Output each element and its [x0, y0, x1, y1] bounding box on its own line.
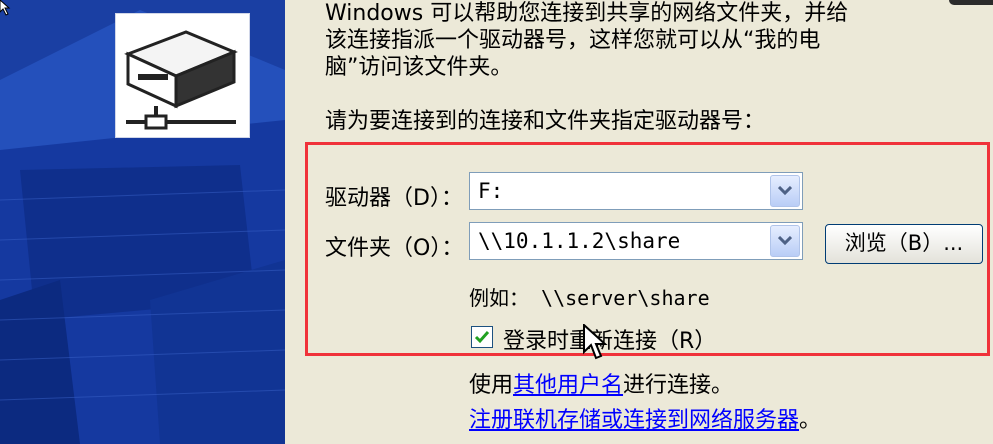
window-corner	[949, 0, 993, 5]
folder-combobox[interactable]: \\10.1.1.2\share	[469, 222, 803, 260]
reconnect-label[interactable]: 登录时重新连接（R）	[503, 323, 716, 355]
intro-line-2: 该连接指派一个驱动器号，这样您就可以从“我的电	[325, 28, 821, 53]
wizard-side-panel	[0, 0, 285, 444]
intro-line-1: Windows 可以帮助您连接到共享的网络文件夹，并给	[325, 1, 849, 26]
intro-text: Windows 可以帮助您连接到共享的网络文件夹，并给 该连接指派一个驱动器号，…	[325, 0, 945, 81]
checkmark-icon	[474, 331, 490, 344]
folder-label: 文件夹（O）：	[325, 236, 464, 261]
example-text: 例如： \\server\share	[469, 286, 710, 310]
register-suffix: 。	[799, 408, 822, 433]
network-drive-icon	[115, 13, 250, 138]
other-user-suffix: 进行连接。	[623, 373, 734, 398]
mouse-cursor-icon	[0, 0, 11, 16]
drive-value: F:	[478, 179, 504, 203]
other-user-prefix: 使用	[469, 373, 514, 398]
chevron-down-icon[interactable]	[770, 225, 800, 257]
reconnect-checkbox[interactable]	[471, 326, 493, 348]
folder-value: \\10.1.1.2\share	[478, 229, 681, 253]
register-text: 注册联机存储或连接到网络服务器。	[469, 402, 821, 434]
drive-label: 驱动器（D）：	[325, 186, 463, 211]
other-user-link[interactable]: 其他用户名	[513, 373, 623, 398]
intro-line-3: 脑”访问该文件夹。	[325, 55, 513, 80]
chevron-down-icon[interactable]	[770, 175, 800, 207]
register-storage-link[interactable]: 注册联机存储或连接到网络服务器	[469, 408, 799, 433]
other-user-text: 使用其他用户名进行连接。	[469, 367, 733, 399]
instruction-text: 请为要连接到的连接和文件夹指定驱动器号：	[325, 109, 766, 134]
drive-select[interactable]: F:	[469, 172, 803, 210]
map-network-drive-panel: Windows 可以帮助您连接到共享的网络文件夹，并给 该连接指派一个驱动器号，…	[285, 0, 993, 444]
mouse-cursor-icon	[583, 324, 608, 360]
browse-button[interactable]: 浏览（B）...	[825, 224, 983, 264]
